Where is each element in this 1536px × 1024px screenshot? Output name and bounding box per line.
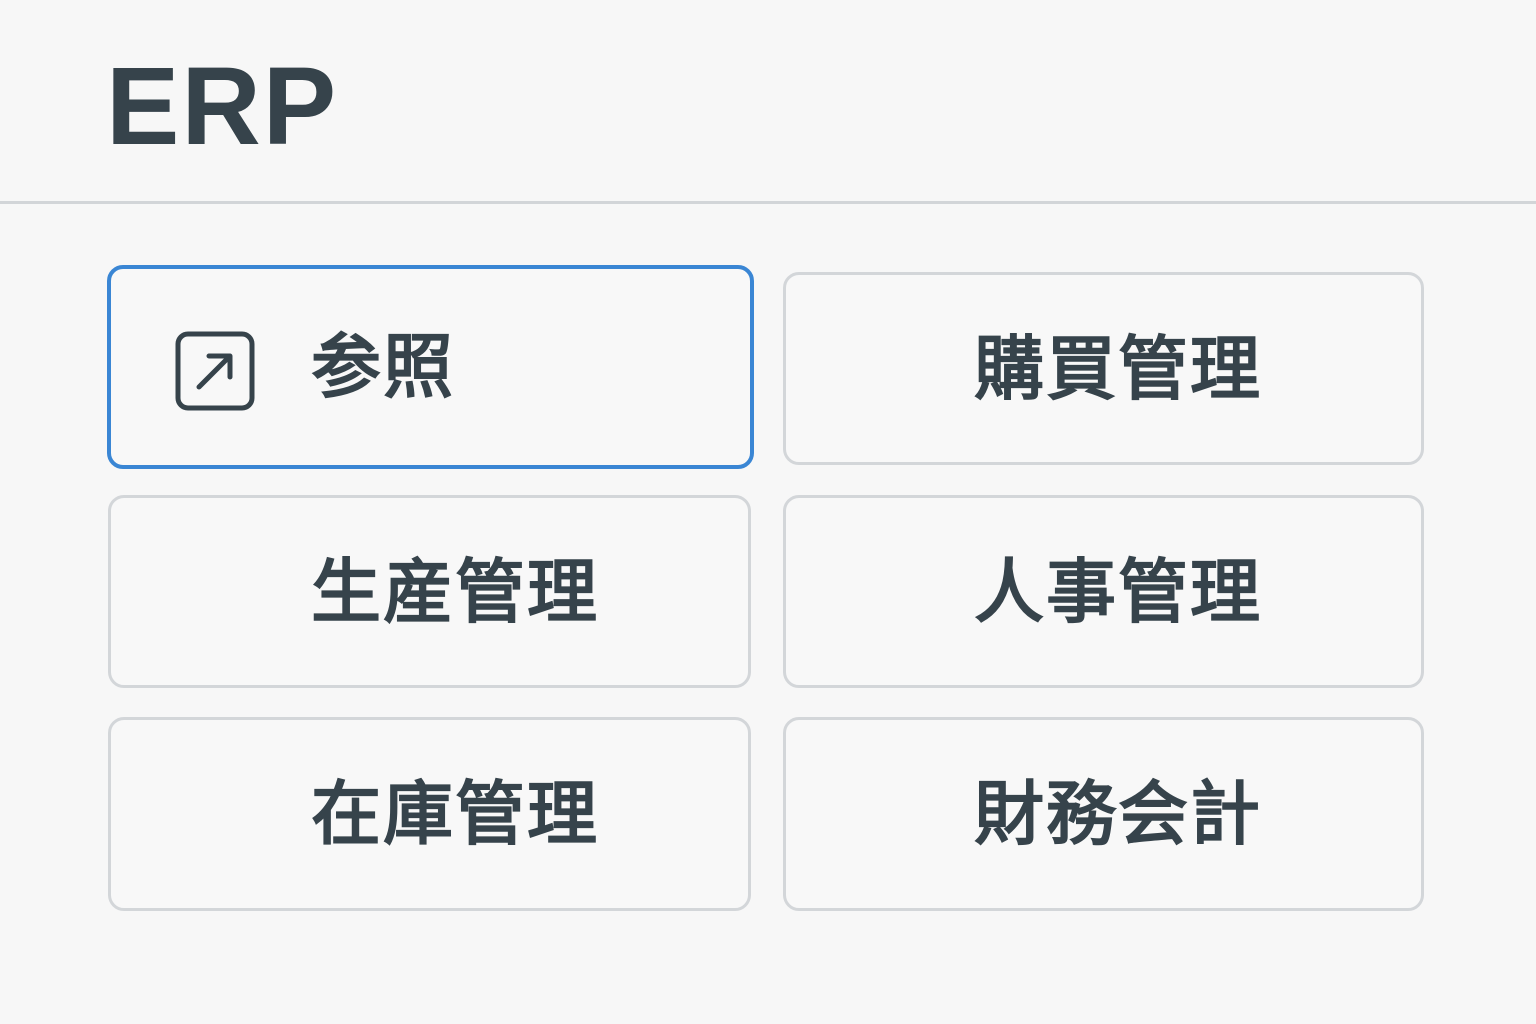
tile-label: 参照 bbox=[311, 326, 455, 408]
tile-finance-button[interactable]: 財務会計 bbox=[783, 717, 1424, 911]
tile-reference-button[interactable]: 参照 bbox=[107, 265, 754, 469]
tile-label: 生産管理 bbox=[311, 550, 599, 633]
open-external-icon bbox=[175, 331, 255, 411]
tile-label: 人事管理 bbox=[974, 550, 1262, 633]
header: ERP bbox=[0, 0, 1536, 204]
tile-label: 購買管理 bbox=[974, 327, 1262, 410]
tile-hr-button[interactable]: 人事管理 bbox=[783, 495, 1424, 688]
app-title: ERP bbox=[106, 45, 339, 168]
tile-label: 在庫管理 bbox=[311, 773, 599, 855]
tile-inventory-button[interactable]: 在庫管理 bbox=[108, 717, 751, 911]
tile-production-button[interactable]: 生産管理 bbox=[108, 495, 751, 688]
tile-label: 財務会計 bbox=[974, 773, 1262, 855]
tile-purchasing-button[interactable]: 購買管理 bbox=[783, 272, 1424, 465]
